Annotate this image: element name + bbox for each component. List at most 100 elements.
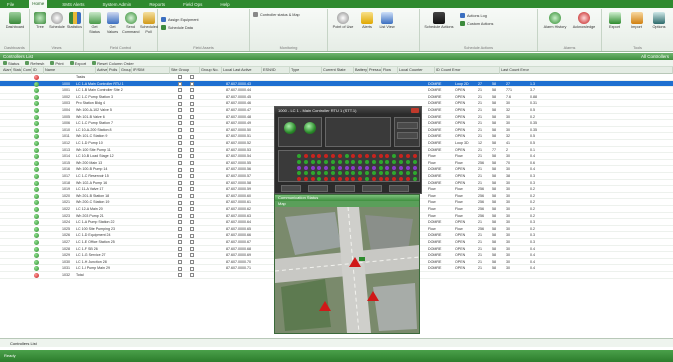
column-header[interactable]: Name <box>44 67 96 74</box>
row-checkbox[interactable] <box>190 134 194 139</box>
row-checkbox[interactable] <box>178 233 182 238</box>
row-checkbox[interactable] <box>178 213 182 218</box>
row-checkbox[interactable] <box>178 147 182 152</box>
column-header[interactable]: Current State <box>322 67 354 74</box>
actions-log-button[interactable]: Actions Log <box>460 13 487 18</box>
column-header[interactable]: Group No. <box>200 67 222 74</box>
acknowledge-button[interactable]: Acknowledge <box>571 12 597 30</box>
row-checkbox[interactable] <box>190 108 194 113</box>
row-checkbox[interactable] <box>178 134 182 139</box>
ribbon-tab-field-ops[interactable]: Field Ops <box>180 2 205 7</box>
table-row[interactable]: 1001 LC 1-B Main Controller Site 2 87.607.… <box>0 87 673 94</box>
popup-button-3[interactable] <box>335 185 355 192</box>
row-checkbox[interactable] <box>178 154 182 159</box>
options-button[interactable]: Options <box>648 12 670 30</box>
column-header[interactable]: Pressure <box>368 67 382 74</box>
list-view-button[interactable]: List View <box>378 12 396 30</box>
tab-controllers-list[interactable]: Controllers List <box>10 341 37 346</box>
ribbon-tab-file[interactable]: File <box>4 2 17 7</box>
get-status-button[interactable]: Get Status <box>86 12 103 34</box>
column-header[interactable]: Battery <box>354 67 368 74</box>
popup-button-4[interactable] <box>362 185 382 192</box>
row-checkbox[interactable] <box>178 108 182 113</box>
row-checkbox[interactable] <box>190 273 194 278</box>
row-checkbox[interactable] <box>190 161 194 166</box>
ribbon-tab-system-admin[interactable]: System Admin <box>100 2 135 7</box>
column-header[interactable]: Last Count Error <box>500 67 673 74</box>
row-checkbox[interactable] <box>178 194 182 199</box>
point-of-use-button[interactable]: Point of Use <box>330 12 356 30</box>
row-checkbox[interactable] <box>190 101 194 106</box>
column-header[interactable]: ID Count Error <box>435 67 500 74</box>
row-checkbox[interactable] <box>178 161 182 166</box>
row-checkbox[interactable] <box>178 95 182 100</box>
row-checkbox[interactable] <box>190 260 194 265</box>
panel-button-2[interactable] <box>397 132 418 139</box>
ribbon-tab-sms-alerts[interactable]: SMS Alerts <box>59 2 87 7</box>
row-checkbox[interactable] <box>190 213 194 218</box>
map-marker-icon[interactable] <box>359 257 365 261</box>
row-checkbox[interactable] <box>178 220 182 225</box>
column-header[interactable]: Status <box>12 67 22 74</box>
row-checkbox[interactable] <box>190 207 194 212</box>
row-checkbox[interactable] <box>190 240 194 245</box>
row-checkbox[interactable] <box>190 180 194 185</box>
row-checkbox[interactable] <box>178 246 182 251</box>
scheduled-poll-button[interactable]: Scheduled Poll <box>140 12 158 34</box>
column-header[interactable]: Local Last Active <box>222 67 262 74</box>
column-header[interactable]: Local Counter <box>398 67 435 74</box>
column-header[interactable]: IP/SIM <box>132 67 170 74</box>
row-checkbox[interactable] <box>190 88 194 93</box>
row-checkbox[interactable] <box>178 253 182 258</box>
table-row[interactable]: 1002 LC 1-C Pump Station 3 87.607.0000.45 D… <box>0 94 673 101</box>
toolbar-export-button[interactable]: Export <box>69 61 86 66</box>
assign-equipment-button[interactable]: Assign Equipment <box>161 17 199 22</box>
row-checkbox[interactable] <box>178 75 182 80</box>
column-header[interactable]: ESN/ID <box>262 67 290 74</box>
column-header[interactable]: Type <box>290 67 322 74</box>
row-checkbox[interactable] <box>190 147 194 152</box>
row-checkbox[interactable] <box>178 114 182 119</box>
row-checkbox[interactable] <box>178 81 182 86</box>
row-checkbox[interactable] <box>190 121 194 126</box>
column-header[interactable]: Group <box>120 67 132 74</box>
row-checkbox[interactable] <box>190 114 194 119</box>
row-checkbox[interactable] <box>190 253 194 258</box>
row-checkbox[interactable] <box>178 227 182 232</box>
row-checkbox[interactable] <box>178 141 182 146</box>
row-checkbox[interactable] <box>178 260 182 265</box>
row-checkbox[interactable] <box>190 227 194 232</box>
row-checkbox[interactable] <box>178 207 182 212</box>
row-checkbox[interactable] <box>178 240 182 245</box>
toolbar-status-button[interactable]: Status <box>3 61 19 66</box>
close-icon[interactable] <box>411 108 419 113</box>
get-values-button[interactable]: Get Values <box>104 12 121 34</box>
row-checkbox[interactable] <box>178 200 182 205</box>
column-header[interactable]: Comm <box>22 67 32 74</box>
row-checkbox[interactable] <box>190 95 194 100</box>
column-header[interactable]: Site Group <box>170 67 200 74</box>
row-checkbox[interactable] <box>178 180 182 185</box>
row-checkbox[interactable] <box>178 266 182 271</box>
row-checkbox[interactable] <box>178 167 182 172</box>
row-checkbox[interactable] <box>178 101 182 106</box>
row-checkbox[interactable] <box>190 128 194 133</box>
alerts-button[interactable]: Alerts <box>358 12 376 30</box>
row-checkbox[interactable] <box>190 167 194 172</box>
ribbon-tab-reports[interactable]: Reports <box>146 2 168 7</box>
row-checkbox[interactable] <box>190 154 194 159</box>
custom-actions-button[interactable]: Custom Actions <box>460 21 493 26</box>
satellite-map[interactable] <box>274 206 420 334</box>
row-checkbox[interactable] <box>190 246 194 251</box>
popup-button-2[interactable] <box>308 185 328 192</box>
row-checkbox[interactable] <box>178 128 182 133</box>
schedule-data-button[interactable]: Schedule Data <box>161 25 193 30</box>
toolbar-reset-column-order-button[interactable]: Reset Column Order <box>92 61 134 66</box>
table-row[interactable]: 1000 LC 1-A Main Controller RTU 1 87.607.0… <box>0 80 673 88</box>
toolbar-refresh-button[interactable]: Refresh <box>25 61 44 66</box>
column-header[interactable]: ID <box>32 67 44 74</box>
row-checkbox[interactable] <box>178 88 182 93</box>
monitoring-link[interactable]: Controller status & Map <box>253 12 300 17</box>
row-checkbox[interactable] <box>190 75 194 80</box>
popup-button-1[interactable] <box>281 185 301 192</box>
